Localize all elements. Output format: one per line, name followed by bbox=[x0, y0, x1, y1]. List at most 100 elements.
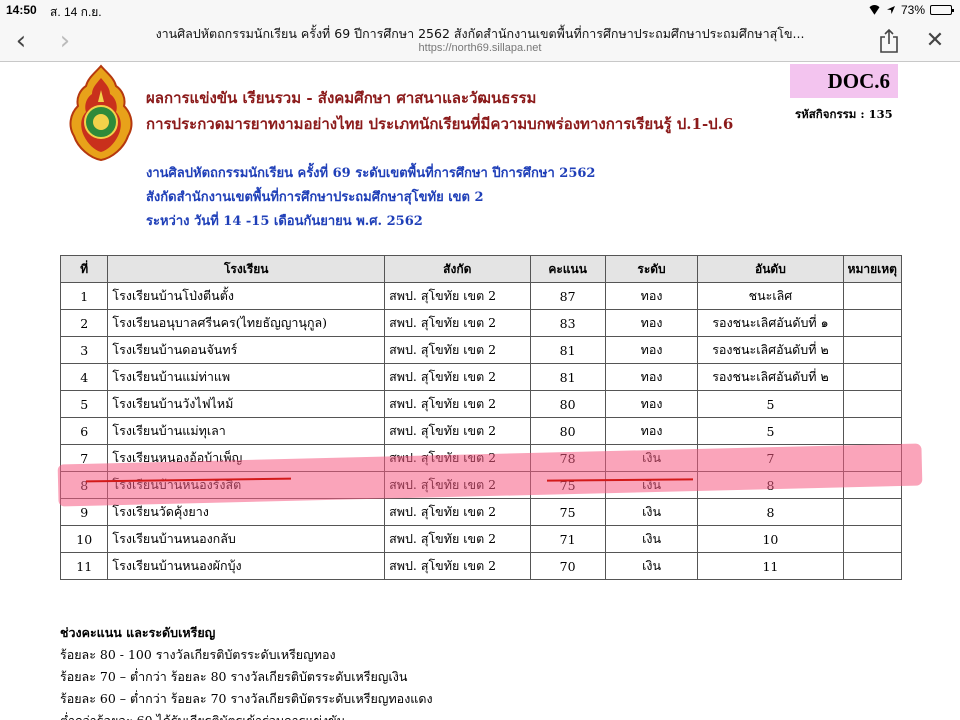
cell-affiliation: สพป. สุโขทัย เขต 2 bbox=[384, 309, 531, 337]
legend-line: ร้อยละ 70 – ต่ำกว่า ร้อยละ 80 รางวัลเกีย… bbox=[60, 669, 408, 684]
document-title-line2: การประกวดมารยาทงามอย่างไทย ประเภทนักเรีย… bbox=[146, 115, 734, 133]
table-row: 2 โรงเรียนอนุบาลศรีนคร(ไทยธัญญานุกูล) สพป.… bbox=[59, 309, 903, 337]
col-header-score: คะแนน bbox=[529, 255, 606, 283]
cell-level: เงิน bbox=[604, 471, 699, 499]
col-header-level: ระดับ bbox=[604, 255, 699, 283]
cell-affiliation: สพป. สุโขทัย เขต 2 bbox=[384, 363, 531, 391]
battery-icon bbox=[930, 5, 954, 15]
col-header-affiliation: สังกัด bbox=[384, 255, 531, 283]
legend-line: ต่ำกว่าร้อยละ 60 ได้รับเกียรติบัตรเข้าร่… bbox=[60, 710, 433, 720]
page-url[interactable]: https://north69.sillapa.net bbox=[120, 42, 840, 54]
cell-score: 80 bbox=[529, 390, 606, 418]
cell-no: 7 bbox=[59, 444, 109, 472]
cell-affiliation: สพป. สุโขทัย เขต 2 bbox=[384, 336, 531, 364]
cell-school: โรงเรียนบ้านวังไฟไหม้ bbox=[107, 390, 386, 418]
cell-school: โรงเรียนบ้านแม่ทุเลา bbox=[107, 417, 386, 445]
cell-level: ทอง bbox=[604, 282, 699, 310]
cell-level: ทอง bbox=[604, 390, 699, 418]
page-title: งานศิลปหัตถกรรมนักเรียน ครั้งที่ 69 ปีกา… bbox=[155, 26, 805, 41]
cell-remarks bbox=[842, 525, 903, 553]
cell-remarks bbox=[842, 552, 903, 580]
cell-no: 6 bbox=[59, 417, 109, 445]
doc-code-badge: DOC.6 bbox=[790, 64, 898, 98]
document-subtitle-line3: ระหว่าง วันที่ 14 -15 เดือนกันยายน พ.ศ. … bbox=[146, 214, 423, 229]
cell-score: 78 bbox=[529, 444, 606, 472]
cell-score: 81 bbox=[529, 363, 606, 391]
cell-score: 87 bbox=[529, 282, 606, 310]
table-row: 5 โรงเรียนบ้านวังไฟไหม้ สพป. สุโขทัย เขต 2… bbox=[59, 390, 903, 418]
cell-remarks bbox=[842, 282, 903, 310]
cell-no: 8 bbox=[59, 471, 109, 499]
cell-affiliation: สพป. สุโขทัย เขต 2 bbox=[384, 471, 531, 499]
forward-button[interactable]: › bbox=[50, 26, 80, 56]
table-row: 9 โรงเรียนวัดคุ้งยาง สพป. สุโขทัย เขต 2 75 เ… bbox=[59, 498, 903, 526]
cell-school: โรงเรียนอนุบาลศรีนคร(ไทยธัญญานุกูล) bbox=[107, 309, 386, 337]
table-row: 11 โรงเรียนบ้านหนองผักบุ้ง สพป. สุโขทัย เข… bbox=[59, 552, 903, 580]
status-right: 73% bbox=[868, 3, 954, 17]
table-header-row: ที่ โรงเรียน สังกัด คะแนน ระดับ อันดับ ห… bbox=[59, 255, 903, 283]
cell-remarks bbox=[842, 444, 903, 472]
col-header-remarks: หมายเหตุ bbox=[842, 255, 903, 283]
location-icon bbox=[886, 6, 895, 14]
status-time: 14:50 bbox=[6, 3, 37, 17]
document-title-line1: ผลการแข่งขัน เรียนรวม - สังคมศึกษา ศาสนา… bbox=[146, 89, 537, 107]
wifi-icon bbox=[868, 5, 881, 15]
cell-rank: รองชนะเลิศอันดับที่ ๒ bbox=[697, 363, 844, 391]
cell-remarks bbox=[842, 471, 903, 499]
cell-level: เงิน bbox=[604, 498, 699, 526]
chevron-right-icon: › bbox=[59, 26, 71, 56]
cell-remarks bbox=[842, 336, 903, 364]
close-icon: ✕ bbox=[925, 28, 945, 53]
legend-title: ช่วงคะแนน และระดับเหรียญ bbox=[60, 625, 216, 640]
cell-rank: รองชนะเลิศอันดับที่ ๒ bbox=[697, 336, 844, 364]
cell-level: เงิน bbox=[604, 525, 699, 553]
back-button[interactable]: ‹ bbox=[6, 26, 36, 56]
cell-rank: 5 bbox=[697, 390, 844, 418]
cell-school: โรงเรียนบ้านโป่งตีนตั้ง bbox=[107, 282, 386, 310]
cell-no: 1 bbox=[59, 282, 109, 310]
chevron-left-icon: ‹ bbox=[15, 26, 27, 56]
cell-remarks bbox=[842, 390, 903, 418]
cell-school: โรงเรียนบ้านหนองรังสิต bbox=[107, 471, 386, 499]
cell-no: 4 bbox=[59, 363, 109, 391]
legend-line: ร้อยละ 60 – ต่ำกว่า ร้อยละ 70 รางวัลเกีย… bbox=[60, 691, 433, 706]
battery-percent: 73% bbox=[900, 3, 925, 17]
cell-affiliation: สพป. สุโขทัย เขต 2 bbox=[384, 498, 531, 526]
cell-school: โรงเรียนบ้านหนองกลับ bbox=[107, 525, 386, 553]
cell-level: ทอง bbox=[604, 309, 699, 337]
document-subtitle-line1: งานศิลปหัตถกรรมนักเรียน ครั้งที่ 69 ระดั… bbox=[146, 166, 596, 181]
status-bar: 14:50 ส. 14 ก.ย. 73% bbox=[0, 0, 960, 20]
cell-score: 75 bbox=[529, 498, 606, 526]
document-subtitle-line2: สังกัดสำนักงานเขตพื้นที่การศึกษาประถมศึก… bbox=[146, 190, 484, 205]
cell-rank: 8 bbox=[697, 498, 844, 526]
col-header-no: ที่ bbox=[59, 255, 109, 283]
cell-score: 80 bbox=[529, 417, 606, 445]
cell-rank: 7 bbox=[697, 444, 844, 472]
legend-line: ร้อยละ 80 - 100 รางวัลเกียรติบัตรระดับเห… bbox=[60, 647, 336, 662]
browser-nav-bar: ‹ › งานศิลปหัตถกรรมนักเรียน ครั้งที่ 69 … bbox=[0, 20, 960, 62]
cell-rank: รองชนะเลิศอันดับที่ ๑ bbox=[697, 309, 844, 337]
table-row: 1 โรงเรียนบ้านโป่งตีนตั้ง สพป. สุโขทัย เขต… bbox=[59, 282, 903, 310]
cell-school: โรงเรียนหนองอ้อบ้าเพ็ญ bbox=[107, 444, 386, 472]
cell-affiliation: สพป. สุโขทัย เขต 2 bbox=[384, 525, 531, 553]
close-button[interactable]: ✕ bbox=[920, 26, 950, 56]
cell-affiliation: สพป. สุโขทัย เขต 2 bbox=[384, 390, 531, 418]
cell-remarks bbox=[842, 363, 903, 391]
cell-affiliation: สพป. สุโขทัย เขต 2 bbox=[384, 417, 531, 445]
cell-school: โรงเรียนวัดคุ้งยาง bbox=[107, 498, 386, 526]
cell-rank: 8 bbox=[697, 471, 844, 499]
cell-no: 9 bbox=[59, 498, 109, 526]
cell-rank: 5 bbox=[697, 417, 844, 445]
cell-no: 11 bbox=[59, 552, 109, 580]
cell-no: 2 bbox=[59, 309, 109, 337]
cell-level: ทอง bbox=[604, 417, 699, 445]
activity-code: รหัสกิจกรรม : 135 bbox=[795, 107, 893, 121]
share-button[interactable] bbox=[874, 26, 904, 56]
table-row: 6 โรงเรียนบ้านแม่ทุเลา สพป. สุโขทัย เขต 28… bbox=[59, 417, 903, 445]
cell-no: 10 bbox=[59, 525, 109, 553]
document-page: DOC.6 รหัสกิจกรรม : 135 ผลการแข่งขัน เรี… bbox=[0, 62, 960, 720]
table-row: 3 โรงเรียนบ้านดอนจันทร์ สพป. สุโขทัย เขต 2… bbox=[59, 336, 903, 364]
cell-level: ทอง bbox=[604, 363, 699, 391]
table-row: 7 โรงเรียนหนองอ้อบ้าเพ็ญ สพป. สุโขทัย เขต … bbox=[59, 444, 903, 472]
table-row: 8 โรงเรียนบ้านหนองรังสิต สพป. สุโขทัย เขต … bbox=[59, 471, 903, 499]
